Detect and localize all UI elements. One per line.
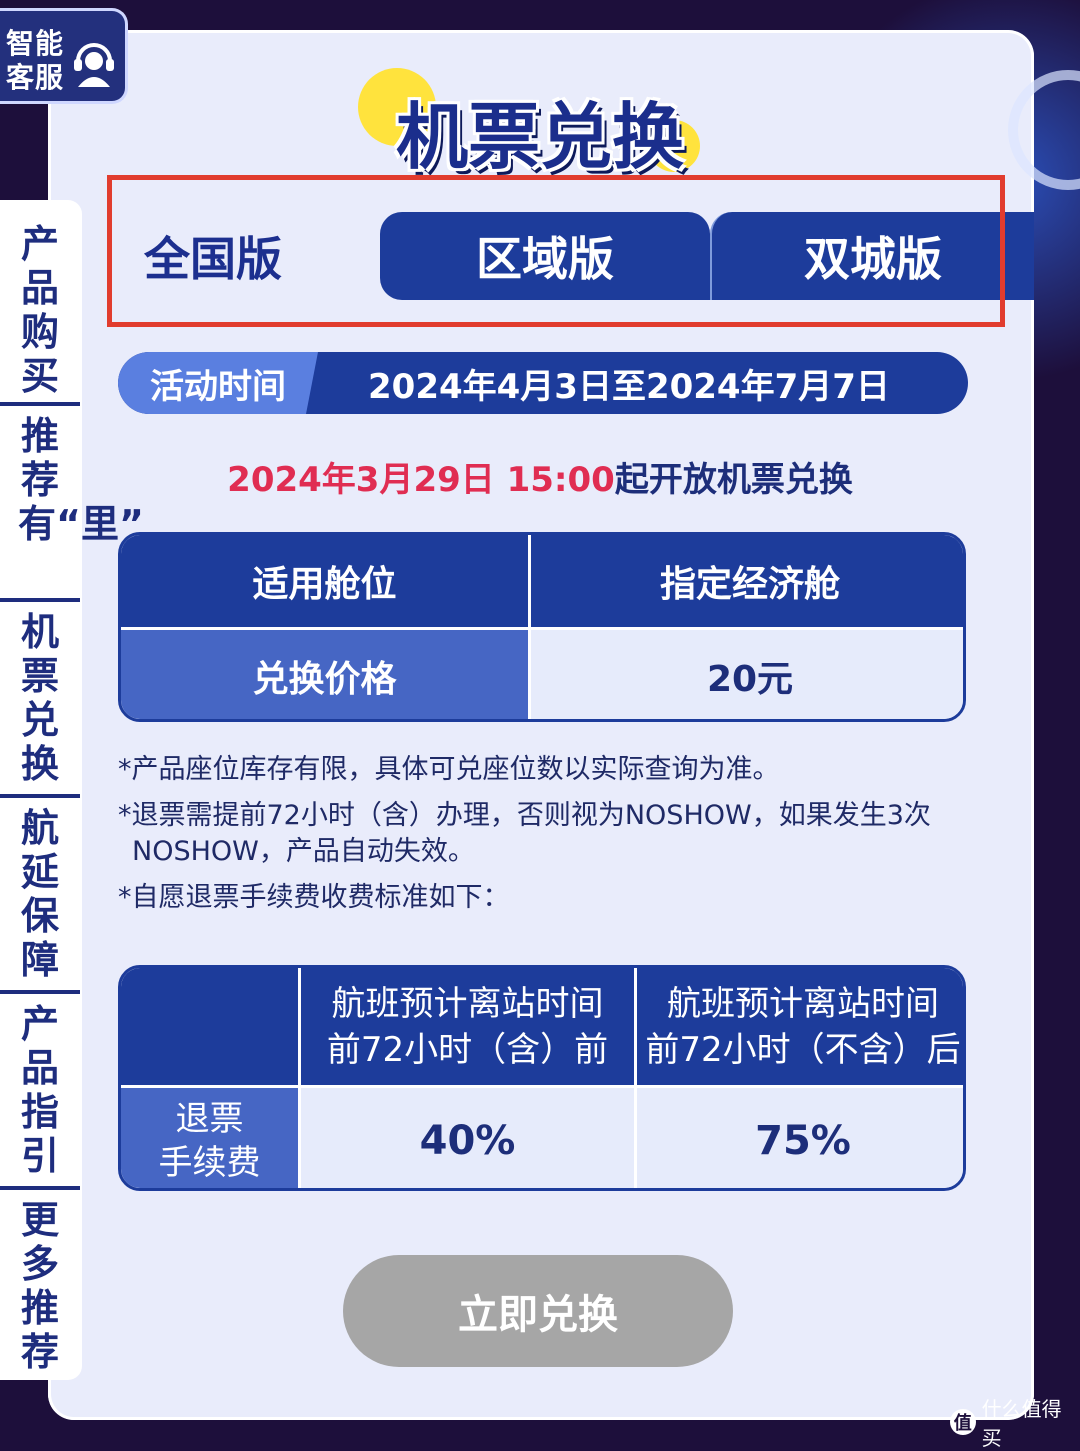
fee-value-after: 75% xyxy=(637,1088,963,1188)
info-table-value-price: 20元 xyxy=(531,630,963,719)
fee-header-line: 航班预计离站时间 xyxy=(667,983,939,1024)
side-nav-label: 机票兑换 xyxy=(20,610,59,786)
activity-period-value: 2024年4月3日至2024年7月7日 xyxy=(368,366,890,407)
highlight-annotation-box xyxy=(107,175,1005,327)
fee-header-line: 前72小时（不含）后 xyxy=(645,1029,961,1070)
note-seat-limit: *产品座位库存有限，具体可兑座位数以实际查询为准。 xyxy=(118,754,780,785)
activity-period-label: 活动时间 xyxy=(118,352,318,414)
refund-fee-table: 航班预计离站时间 前72小时（含）前 航班预计离站时间 前72小时（不含）后 退… xyxy=(118,965,966,1191)
fee-header-line: 前72小时（含）前 xyxy=(326,1029,609,1070)
info-table-label-cabin: 适用舱位 xyxy=(121,535,531,630)
open-notice-text: 起开放机票兑换 xyxy=(614,460,853,500)
info-table-value-cabin: 指定经济舱 xyxy=(531,535,963,630)
fee-row-line: 手续费 xyxy=(158,1143,261,1183)
side-nav-label: 航延保障 xyxy=(20,806,59,982)
side-nav-label: 产品购买 xyxy=(20,222,59,398)
side-nav-item-product-purchase[interactable]: 产品购买 xyxy=(0,210,80,406)
side-nav-item-product-guide[interactable]: 产品指引 xyxy=(0,994,80,1190)
watermark: 值 什么值得买 xyxy=(950,1397,1080,1450)
note-noshow: NOSHOW，产品自动失效。 xyxy=(132,836,475,867)
info-table-label-price: 兑换价格 xyxy=(121,630,531,719)
note-refund-fee: *自愿退票手续费收费标准如下： xyxy=(118,882,510,913)
side-nav-item-ticket-exchange[interactable]: 机票兑换 xyxy=(0,602,80,798)
watermark-logo-icon: 值 xyxy=(950,1409,976,1435)
side-nav-label: 更多推荐 xyxy=(20,1198,59,1374)
service-label: 智能客服 xyxy=(6,27,65,94)
side-nav: 产品购买 推荐有“里” 机票兑换 航延保障 产品指引 更多推荐 xyxy=(0,200,144,1380)
activity-period-bar: 活动时间 2024年4月3日至2024年7月7日 xyxy=(118,352,968,414)
side-nav-item-more[interactable]: 更多推荐 xyxy=(0,1190,80,1378)
customer-service-icon xyxy=(72,39,116,93)
fee-table-corner xyxy=(121,968,301,1088)
fee-table-row-label: 退票 手续费 xyxy=(121,1088,301,1188)
fee-row-line: 退票 xyxy=(175,1099,244,1139)
side-nav-label: 产品指引 xyxy=(20,1002,59,1178)
info-table: 适用舱位 指定经济舱 兑换价格 20元 xyxy=(118,532,966,722)
decorative-ring xyxy=(1008,70,1080,190)
side-nav-item-delay-protection[interactable]: 航延保障 xyxy=(0,798,80,994)
watermark-text: 什么值得买 xyxy=(981,1397,1062,1450)
open-notice-time: 2024年3月29日 15:00 xyxy=(227,460,615,500)
open-notice: 2024年3月29日 15:00起开放机票兑换 xyxy=(0,452,1080,501)
fee-table-header-before: 航班预计离站时间 前72小时（含）前 xyxy=(301,968,637,1088)
side-nav-item-recommend[interactable]: 推荐有“里” xyxy=(0,406,144,602)
note-refund-deadline: *退票需提前72小时（含）办理，否则视为NOSHOW，如果发生3次 xyxy=(118,800,931,831)
notes-section: *产品座位库存有限，具体可兑座位数以实际查询为准。 *退票需提前72小时（含）办… xyxy=(118,752,988,926)
fee-value-before: 40% xyxy=(301,1088,637,1188)
smart-service-button[interactable]: 智能客服 xyxy=(0,8,128,104)
redeem-now-button[interactable]: 立即兑换 xyxy=(343,1255,733,1367)
fee-header-line: 航班预计离站时间 xyxy=(331,983,604,1024)
fee-table-header-after: 航班预计离站时间 前72小时（不含）后 xyxy=(637,968,963,1088)
page-title: 机票兑换 xyxy=(395,95,684,179)
